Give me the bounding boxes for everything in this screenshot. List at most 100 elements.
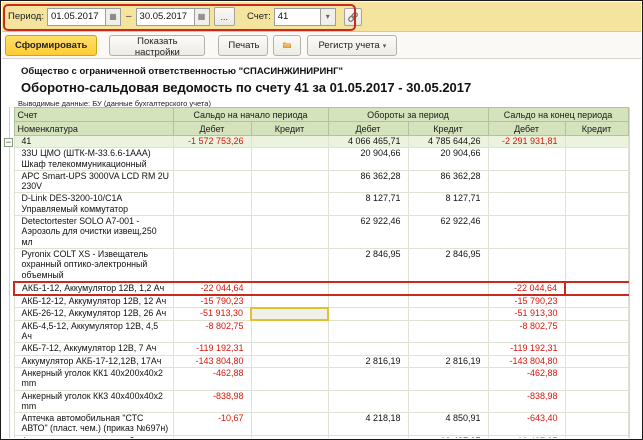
value-cell[interactable] [408,390,488,413]
value-cell[interactable] [565,343,628,355]
row-name-cell[interactable]: Аккумулятор АКБ-17-12,12В, 17Ач [14,355,173,367]
value-cell[interactable] [488,170,565,193]
period-options-button[interactable]: ... [214,7,236,26]
value-cell[interactable] [173,193,251,216]
value-cell[interactable]: 2 816,19 [408,355,488,367]
value-cell[interactable] [565,308,628,320]
value-cell[interactable] [251,295,328,308]
column-header-nomenclature[interactable]: Номенклатура [14,122,173,136]
row-name-cell[interactable]: Аптечка для детских и учебных учреждений… [14,435,173,438]
value-cell[interactable] [251,390,328,413]
value-cell[interactable] [565,413,628,436]
column-group-period-turnover[interactable]: Обороты за период [328,108,488,122]
value-cell[interactable]: 10 487,27 [408,435,488,438]
row-name-cell[interactable]: D-Link DES-3200-10/C1A Управляемый комму… [14,193,173,216]
column-header-credit[interactable]: Кредит [408,122,488,136]
value-cell[interactable]: 86 362,28 [408,170,488,193]
value-cell[interactable] [565,282,628,295]
value-cell[interactable] [251,343,328,355]
value-cell[interactable]: -462,88 [488,367,565,390]
value-cell[interactable] [328,367,408,390]
column-header-account[interactable]: Счет [14,108,173,122]
value-cell[interactable] [251,413,328,436]
register-menu-button[interactable]: Регистр учета▾ [307,35,397,56]
value-cell[interactable] [251,170,328,193]
value-cell[interactable] [251,435,328,438]
value-cell[interactable]: 2 846,95 [328,248,408,281]
value-cell[interactable]: 4 218,18 [328,413,408,436]
generate-button[interactable]: Сформировать [5,35,97,56]
value-cell[interactable] [251,136,328,148]
value-cell[interactable] [251,355,328,367]
value-cell[interactable] [408,308,488,320]
column-group-opening-balance[interactable]: Сальдо на начало периода [173,108,328,122]
folder-icon[interactable] [273,35,301,56]
value-cell[interactable] [251,148,328,171]
value-cell[interactable] [328,282,408,295]
row-name-cell[interactable]: АКБ-4,5-12, Аккумулятор 12В, 4,5 Ач [14,320,173,343]
value-cell[interactable] [565,216,628,249]
row-name-cell[interactable]: АКБ-26-12, Аккумулятор 12В, 26 Ач [14,308,173,320]
value-cell[interactable]: -15 790,23 [173,295,251,308]
value-cell[interactable] [408,295,488,308]
calendar-icon[interactable]: ▦ [105,8,121,26]
column-header-debit[interactable]: Дебет [173,122,251,136]
value-cell[interactable] [173,248,251,281]
value-cell[interactable] [565,435,628,438]
value-cell[interactable] [328,435,408,438]
value-cell[interactable] [328,343,408,355]
value-cell[interactable] [408,282,488,295]
row-name-cell[interactable]: Аптечка автомобильная "СТС АВТО" (пласт.… [14,413,173,436]
column-group-closing-balance[interactable]: Сальдо на конец периода [488,108,628,122]
column-header-debit[interactable]: Дебет [328,122,408,136]
value-cell[interactable] [565,136,628,148]
value-cell[interactable] [488,148,565,171]
collapse-group-button[interactable]: − [4,138,13,147]
row-name-cell[interactable]: Анкерный уголок КК3 40х400х40х2 mm [14,390,173,413]
row-name-cell[interactable]: 33U ЦМО (ШТК-М-33.6.6-1ААА) Шкаф телеком… [14,148,173,171]
row-name-cell[interactable]: АКБ-7-12, Аккумулятор 12В, 7 Ач [14,343,173,355]
value-cell[interactable]: 62 922,46 [408,216,488,249]
row-name-cell[interactable]: APC Smart-UPS 3000VA LCD RM 2U 230V [14,170,173,193]
print-button[interactable]: Печать [218,35,268,56]
value-cell[interactable]: -2 291 931,81 [488,136,565,148]
value-cell[interactable] [565,295,628,308]
value-cell[interactable]: 86 362,28 [328,170,408,193]
value-cell[interactable] [565,248,628,281]
value-cell[interactable]: -51 913,30 [173,308,251,320]
value-cell[interactable]: 4 066 465,71 [328,136,408,148]
value-cell[interactable] [173,148,251,171]
value-cell[interactable] [565,367,628,390]
value-cell[interactable] [251,248,328,281]
value-cell[interactable] [488,248,565,281]
value-cell[interactable] [251,216,328,249]
row-name-cell[interactable]: Pyronix COLT XS - Извещатель охранный оп… [14,248,173,281]
value-cell[interactable] [173,170,251,193]
value-cell[interactable]: -51 913,30 [488,308,565,320]
column-header-credit[interactable]: Кредит [565,122,628,136]
value-cell[interactable] [173,216,251,249]
value-cell[interactable]: -22 044,64 [488,282,565,295]
value-cell[interactable] [408,320,488,343]
show-settings-button[interactable]: Показать настройки [109,35,205,56]
value-cell[interactable]: -119 192,31 [488,343,565,355]
value-cell[interactable]: -119 192,31 [173,343,251,355]
value-cell[interactable]: 8 127,71 [408,193,488,216]
value-cell[interactable]: -8 802,75 [173,320,251,343]
value-cell[interactable]: 62 922,46 [328,216,408,249]
value-cell[interactable] [328,320,408,343]
value-cell[interactable]: -143 804,80 [488,355,565,367]
account-input[interactable] [274,8,320,26]
value-cell[interactable] [251,282,328,295]
value-cell[interactable] [565,390,628,413]
value-cell[interactable]: 8 127,71 [328,193,408,216]
column-header-credit[interactable]: Кредит [251,122,328,136]
value-cell[interactable]: -10 487,27 [488,435,565,438]
value-cell[interactable]: -1 572 753,26 [173,136,251,148]
value-cell[interactable]: -22 044,64 [173,282,251,295]
value-cell[interactable] [408,343,488,355]
value-cell[interactable] [565,170,628,193]
value-cell[interactable]: -8 802,75 [488,320,565,343]
value-cell[interactable] [251,320,328,343]
row-name-cell[interactable]: АКБ-1-12, Аккумулятор 12В, 1,2 Ач [14,282,173,295]
